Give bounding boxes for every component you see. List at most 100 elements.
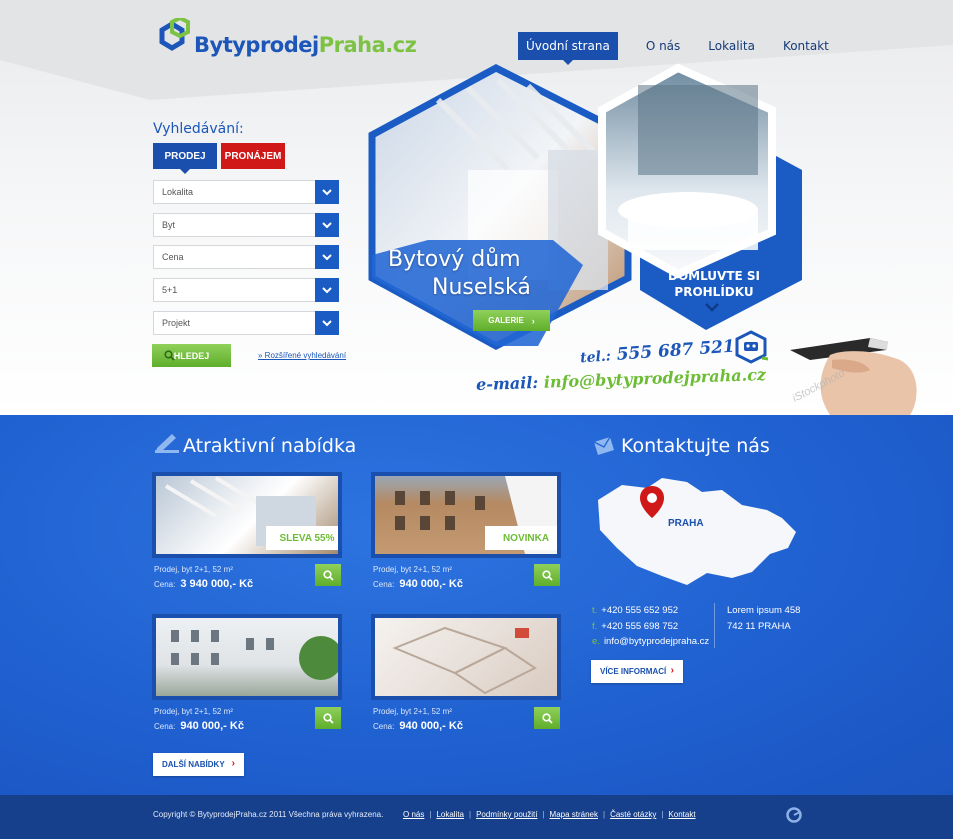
chevron-right-icon: › [670,665,674,676]
czech-map-image [598,478,796,585]
contact-email: e. info@bytyprodejpraha.cz [592,636,710,647]
chevron-right-icon: › [231,758,235,769]
offer-detail-button[interactable] [315,564,341,586]
offer-image [375,618,557,696]
offer-card[interactable]: NOVINKA [371,472,561,558]
search-button-label: HLEDEJ [173,350,210,361]
offer-card[interactable] [152,614,342,700]
footer-link-terms[interactable]: Podmínky použití [476,810,537,819]
search-icon [541,569,553,581]
chevron-right-icon: › [531,315,535,326]
search-icon [164,350,175,361]
offer-price-value: 940 000,- Kč [399,720,463,732]
nav-item-location[interactable]: Lokalita [708,39,755,53]
more-info-label: VÍCE INFORMACÍ [600,667,667,676]
viewing-line1: DOMLUVTE SI [667,269,761,283]
site-logo[interactable]: BytyprodejPraha.cz [152,18,417,60]
offer-price-value: 3 940 000,- Kč [180,578,254,590]
tab-rent[interactable]: PRONÁJEM [221,143,285,169]
offer-price-value: 940 000,- Kč [180,720,244,732]
select-type[interactable]: Byt [153,213,339,237]
copyright: Copyright © BytyprodejPraha.cz 2011 Všec… [153,810,384,819]
hero-title-line2: Nuselská [432,275,531,300]
offer-price: Cena: 940 000,- Kč [373,720,463,732]
offer-description: Prodej, byt 2+1, 52 m² [154,565,233,574]
footer-link-location[interactable]: Lokalita [436,810,464,819]
select-layout-value: 5+1 [162,285,178,295]
search-icon [541,712,553,724]
contact-fax: f. +420 555 698 752 [592,620,679,632]
search-icon [322,712,334,724]
chevron-down-icon [705,303,719,312]
offer-detail-button[interactable] [534,564,560,586]
offer-description: Prodej, byt 2+1, 52 m² [154,707,233,716]
search-title: Vyhledávání: [153,121,244,137]
select-price-value: Cena [162,252,184,262]
offer-detail-button[interactable] [315,707,341,729]
viewing-line2: PROHLÍDKU [674,285,754,299]
offer-badge: NOVINKA [485,526,557,550]
gallery-button[interactable]: GALERIE › [473,310,550,331]
map-location-label: PRAHA [668,518,704,529]
offer-price-label: Cena: [154,580,176,589]
select-location[interactable]: Lokalita [153,180,339,204]
schedule-viewing-link[interactable]: DOMLUVTE SI PROHLÍDKU [644,268,784,300]
address-line1: Lorem ipsum 458 [727,605,801,616]
footer-links: O nás | Lokalita | Podmínky použití | Mapa … [403,810,696,819]
hero-email-label: e-mail: [475,372,539,395]
offer-description: Prodej, byt 2+1, 52 m² [373,565,452,574]
hero-title-line1: Bytový dům [388,247,521,272]
contact-title: Kontaktujte nás [621,435,770,457]
envelope-icon [593,436,614,455]
offer-card[interactable]: SLEVA 55% [152,472,342,558]
search-button[interactable]: HLEDEJ [152,344,231,367]
chevron-down-icon[interactable] [315,213,339,237]
select-project-value: Projekt [162,318,191,328]
more-offers-button[interactable]: DALŠÍ NABÍDKY › [153,753,244,776]
gallery-button-label: GALERIE [488,316,524,325]
more-info-button[interactable]: VÍCE INFORMACÍ › [591,660,683,683]
advanced-search-link[interactable]: » Rozšířené vyhledávání [258,351,346,360]
offer-detail-button[interactable] [534,707,560,729]
select-layout[interactable]: 5+1 [153,278,339,302]
offer-price-value: 940 000,- Kč [399,578,463,590]
footer-link-about[interactable]: O nás [403,810,424,819]
select-type-value: Byt [162,220,176,230]
pencil-icon [155,434,179,453]
offer-image: SLEVA 55% [156,476,338,554]
logo-icon [159,18,190,51]
footer-link-faq[interactable]: Časté otázky [610,810,656,819]
footer-link-sitemap[interactable]: Mapa stránek [550,810,598,819]
offer-image: NOVINKA [375,476,557,554]
select-price[interactable]: Cena [153,245,339,269]
contact-divider [714,603,715,648]
hero-hexagons [368,63,802,350]
address-line2: 742 11 PRAHA [727,620,791,632]
hand-with-marker-image [790,338,917,415]
offer-price-label: Cena: [373,722,395,731]
offer-card[interactable] [371,614,561,700]
contact-address: Lorem ipsum 458 742 11 PRAHA [727,603,800,634]
offers-title: Atraktivní nabídka [183,435,357,457]
hero-title: Bytový dům Nuselská [388,246,531,302]
offer-price-label: Cena: [373,580,395,589]
tab-sale[interactable]: PRODEJ [153,143,217,174]
contact-details: t. +420 555 652 952 f. +420 555 698 752 e.… [592,603,709,650]
chevron-down-icon[interactable] [315,245,339,269]
nav-item-contact[interactable]: Kontakt [783,39,829,53]
nav-item-home[interactable]: Úvodní strana [518,32,618,65]
select-location-value: Lokalita [162,187,194,197]
footer-link-contact[interactable]: Kontakt [668,810,695,819]
offer-price-label: Cena: [154,722,176,731]
select-project[interactable]: Projekt [153,311,339,335]
nav-item-about[interactable]: O nás [646,39,680,53]
offer-description: Prodej, byt 2+1, 52 m² [373,707,452,716]
chevron-down-icon[interactable] [315,311,339,335]
footer: Copyright © BytyprodejPraha.cz 2011 Všec… [0,795,953,839]
more-offers-label: DALŠÍ NABÍDKY [162,760,225,769]
footer-logo-icon[interactable] [786,806,802,824]
chevron-down-icon[interactable] [315,278,339,302]
chevron-down-icon[interactable] [315,180,339,204]
hexagon-robot-icon [735,330,768,364]
logo-text: BytyprodejPraha.cz [194,33,417,57]
